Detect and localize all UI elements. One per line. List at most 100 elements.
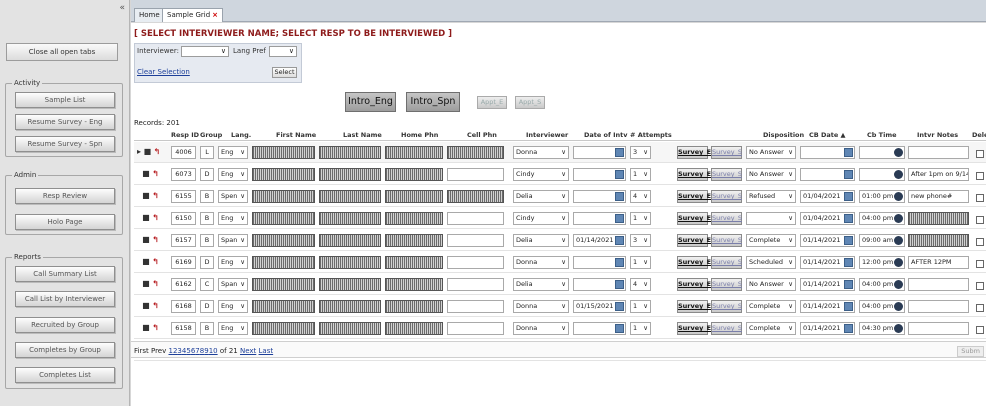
interviewer-select[interactable]: Delia ∨	[513, 190, 569, 203]
header-cell-phn[interactable]: Cell Phn	[467, 131, 497, 139]
cb-time-field[interactable]: 04:00 pm	[859, 278, 905, 291]
notes-redacted[interactable]	[908, 234, 969, 247]
table-row[interactable]: ■ ↰ 6162 C Span ∨ Delia ∨ 4 ∨ Survey_E Survey_S No …	[134, 274, 986, 295]
cb-time-field[interactable]: 04:30 pm	[859, 322, 905, 335]
home-phone-redacted[interactable]	[385, 168, 443, 181]
disposition-select[interactable]: Scheduled ∨	[746, 256, 796, 269]
delete-checkbox[interactable]	[976, 282, 984, 290]
call-back-icon[interactable]: ↰	[152, 301, 159, 310]
clock-icon[interactable]	[894, 170, 903, 179]
survey-s-button[interactable]: Survey_S	[711, 190, 742, 203]
cb-date-field[interactable]: 01/14/2021	[800, 300, 855, 313]
survey-e-button[interactable]: Survey_E	[677, 234, 711, 247]
cb-time-field[interactable]: 04:00 pm	[859, 212, 905, 225]
interviewer-select[interactable]: Donna ∨	[513, 300, 569, 313]
disposition-select[interactable]: No Answer ∨	[746, 146, 796, 159]
home-phone-redacted[interactable]	[385, 256, 443, 269]
call-back-icon[interactable]: ↰	[152, 235, 159, 244]
call-back-icon[interactable]: ↰	[152, 169, 159, 178]
call-summary-list-button[interactable]: Call Summary List	[15, 266, 115, 282]
home-phone-redacted[interactable]	[385, 146, 443, 159]
calendar-icon[interactable]	[615, 302, 624, 311]
home-phone-redacted[interactable]	[385, 300, 443, 313]
date-of-intv-field[interactable]	[573, 190, 626, 203]
record-icon[interactable]: ■	[142, 191, 150, 200]
calendar-icon[interactable]	[844, 302, 853, 311]
clock-icon[interactable]	[894, 236, 903, 245]
call-back-icon[interactable]: ↰	[152, 279, 159, 288]
clock-icon[interactable]	[894, 324, 903, 333]
interviewer-select[interactable]: Cindy ∨	[513, 212, 569, 225]
interviewer-select[interactable]: Donna ∨	[513, 146, 569, 159]
table-row[interactable]: ▸ ■ ↰ 4006 L Eng ∨ Donna ∨ 3 ∨ Survey_E Survey_S No…	[134, 142, 986, 163]
cb-date-field[interactable]	[800, 168, 855, 181]
header-lang[interactable]: Lang.	[231, 131, 251, 139]
survey-e-button[interactable]: Survey_E	[677, 146, 711, 159]
header-first-name[interactable]: First Name	[276, 131, 316, 139]
first-name-redacted[interactable]	[252, 300, 315, 313]
table-row[interactable]: ■ ↰ 6150 B Eng ∨ Cindy ∨ 1 ∨ Survey_E Survey_S ∨ 01/…	[134, 208, 986, 229]
survey-e-button[interactable]: Survey_E	[677, 322, 711, 335]
cb-date-field[interactable]: 01/14/2021	[800, 278, 855, 291]
date-of-intv-field[interactable]	[573, 146, 626, 159]
cell-phone-field[interactable]	[447, 322, 504, 335]
attempts-select[interactable]: 4 ∨	[630, 278, 651, 291]
survey-s-button[interactable]: Survey_S	[711, 322, 742, 335]
table-row[interactable]: ■ ↰ 6158 B Eng ∨ Donna ∨ 1 ∨ Survey_E Survey_S Comp…	[134, 318, 986, 339]
calendar-icon[interactable]	[615, 324, 624, 333]
record-icon[interactable]: ■	[142, 213, 150, 222]
notes-redacted[interactable]	[908, 212, 969, 225]
lang-select[interactable]: Span∨	[218, 234, 248, 247]
date-of-intv-field[interactable]	[573, 322, 626, 335]
home-phone-redacted[interactable]	[385, 190, 443, 203]
header-interviewer[interactable]: Interviewer	[526, 131, 568, 139]
intvr-notes-field[interactable]: AFTER 12PM	[908, 256, 969, 269]
cb-date-field[interactable]: 01/14/2021	[800, 322, 855, 335]
last-name-redacted[interactable]	[319, 322, 381, 335]
pager-page-link[interactable]: 10	[209, 347, 218, 355]
calendar-icon[interactable]	[615, 214, 624, 223]
calendar-icon[interactable]	[844, 280, 853, 289]
date-of-intv-field[interactable]	[573, 278, 626, 291]
cb-date-field[interactable]	[800, 146, 855, 159]
lang-select[interactable]: Spen ∨	[218, 190, 248, 203]
survey-e-button[interactable]: Survey_E	[677, 212, 711, 225]
survey-e-button[interactable]: Survey_E	[677, 300, 711, 313]
disposition-select[interactable]: Refused ∨	[746, 190, 796, 203]
clock-icon[interactable]	[894, 148, 903, 157]
attempts-select[interactable]: 4 ∨	[630, 190, 651, 203]
delete-checkbox[interactable]	[976, 304, 984, 312]
calendar-icon[interactable]	[844, 214, 853, 223]
calendar-icon[interactable]	[615, 258, 624, 267]
first-name-redacted[interactable]	[252, 168, 315, 181]
holo-page-button[interactable]: Holo Page	[15, 214, 115, 230]
call-back-icon[interactable]: ↰	[152, 257, 159, 266]
interviewer-select[interactable]: Donna ∨	[513, 322, 569, 335]
collapse-sidebar-icon[interactable]: «	[119, 3, 125, 13]
table-row[interactable]: ■ ↰ 6157 B Span ∨ Delia ∨ 01/14/2021 3 ∨ Survey_E S…	[134, 230, 986, 251]
attempts-select[interactable]: 3∨	[630, 146, 651, 159]
calendar-icon[interactable]	[615, 170, 624, 179]
lang-select[interactable]: Eng ∨	[218, 212, 248, 225]
tab-home[interactable]: Home	[134, 8, 165, 22]
disposition-select[interactable]: Complete ∨	[746, 234, 796, 247]
intro-eng-button[interactable]: Intro_Eng	[345, 92, 396, 112]
interviewer-select[interactable]: Delia ∨	[513, 278, 569, 291]
cell-phone-field[interactable]	[447, 234, 504, 247]
interviewer-select[interactable]: ∨	[181, 46, 229, 57]
cb-time-field[interactable]: 01:00 pm	[859, 190, 905, 203]
home-phone-redacted[interactable]	[385, 322, 443, 335]
cb-time-field[interactable]	[859, 146, 905, 159]
cell-phone-field[interactable]	[447, 300, 504, 313]
clock-icon[interactable]	[894, 280, 903, 289]
table-row[interactable]: ■ ↰ 6155 B Spen ∨ Delia ∨ 4 ∨ Survey_E Survey_S Ref…	[134, 186, 986, 207]
intvr-notes-field[interactable]	[908, 146, 969, 159]
disposition-select[interactable]: Complete ∨	[746, 322, 796, 335]
calendar-icon[interactable]	[844, 170, 853, 179]
date-of-intv-field[interactable]: 01/15/2021	[573, 300, 626, 313]
intvr-notes-field[interactable]	[908, 322, 969, 335]
lang-select[interactable]: Eng ∨	[218, 256, 248, 269]
survey-s-button[interactable]: Survey_S	[711, 146, 742, 159]
appt-s-button[interactable]: Appt_S	[515, 96, 545, 109]
clock-icon[interactable]	[894, 214, 903, 223]
